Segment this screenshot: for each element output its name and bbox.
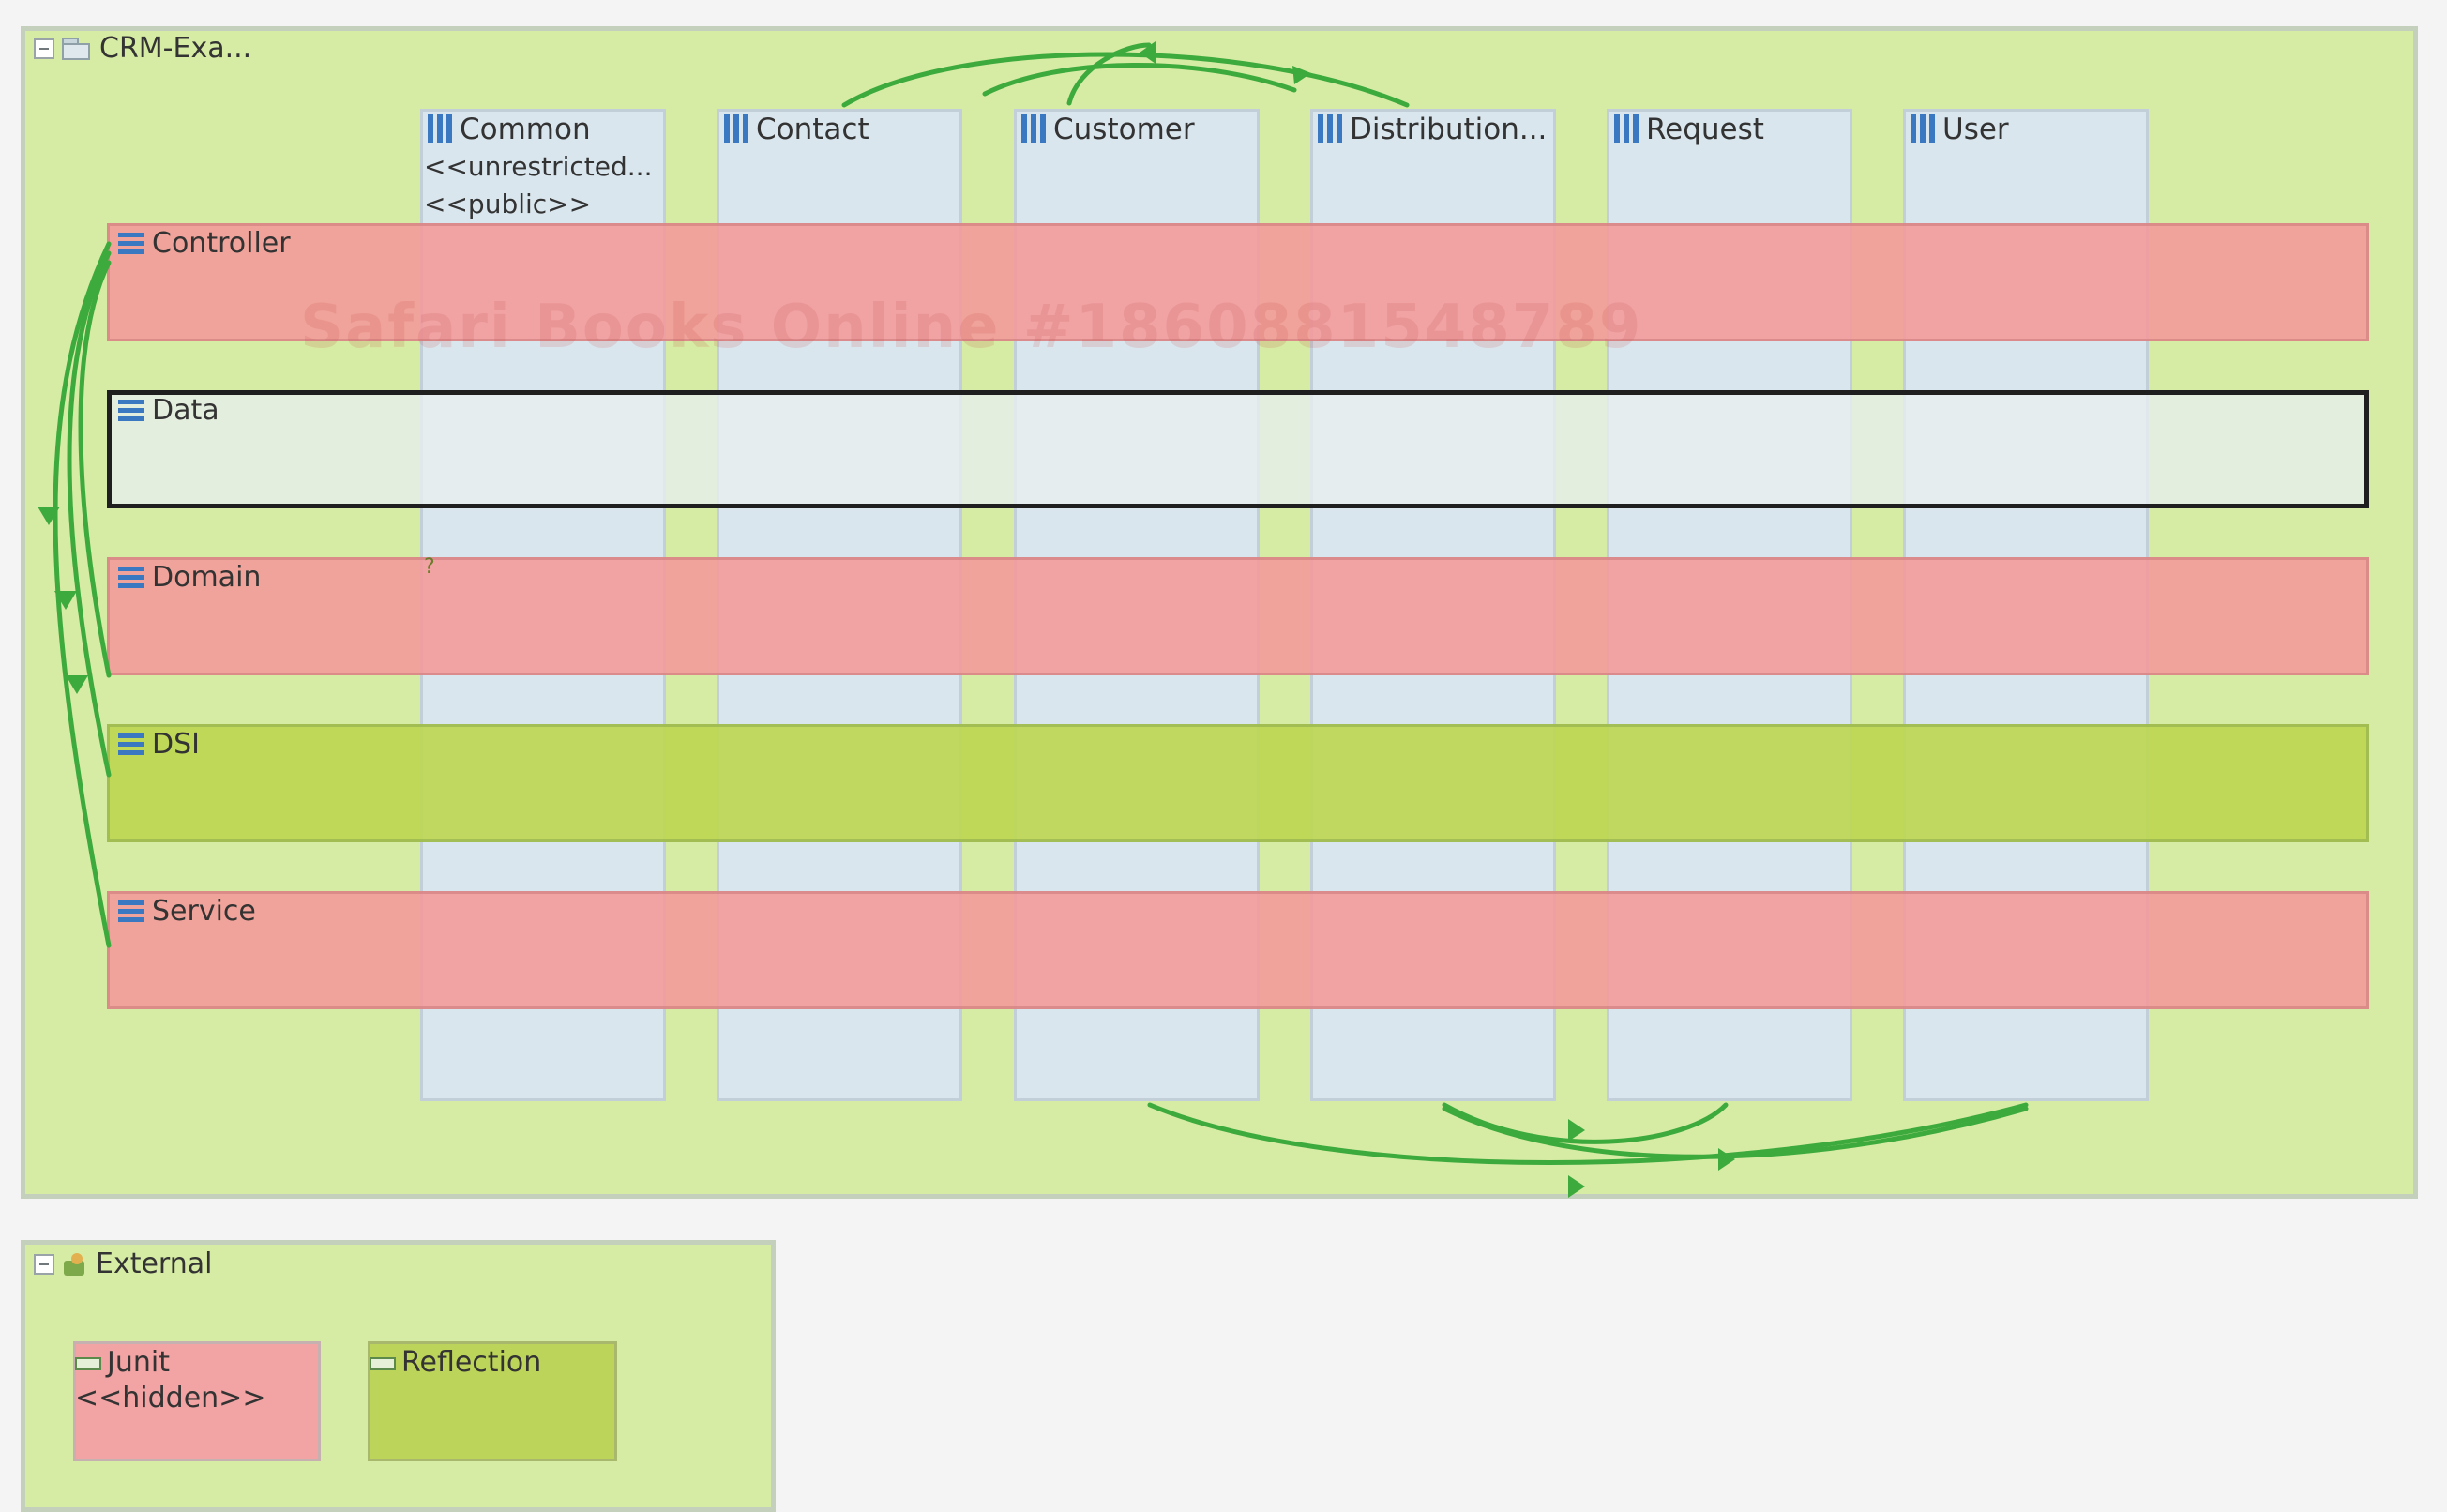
arrowhead-icon — [1718, 1148, 1735, 1171]
library-icon — [370, 1353, 398, 1374]
arrowheads — [38, 41, 1735, 1198]
junit-name: Junit — [107, 1346, 170, 1379]
library-icon — [75, 1353, 103, 1374]
dependency-arrow[interactable] — [982, 63, 1297, 97]
collapse-icon[interactable] — [34, 1253, 54, 1275]
external-container-header: External — [34, 1247, 212, 1280]
dependency-arrow[interactable] — [841, 52, 1410, 108]
reflection-label: Reflection — [370, 1345, 541, 1381]
external-container-title: External — [96, 1247, 213, 1280]
arrowhead-icon — [1568, 1119, 1585, 1142]
arrowhead-icon — [1292, 66, 1311, 84]
dependency-arrow[interactable] — [1442, 1102, 1729, 1144]
external-library-icon — [62, 1251, 88, 1278]
arrowhead-icon — [1568, 1175, 1585, 1198]
junit-label: Junit — [75, 1345, 170, 1381]
dependency-arrow[interactable] — [1442, 1106, 2029, 1159]
junit-stereotype: <<hidden>> — [75, 1382, 266, 1414]
dependency-arrow[interactable] — [1147, 1102, 2029, 1165]
reflection-name: Reflection — [401, 1346, 542, 1379]
